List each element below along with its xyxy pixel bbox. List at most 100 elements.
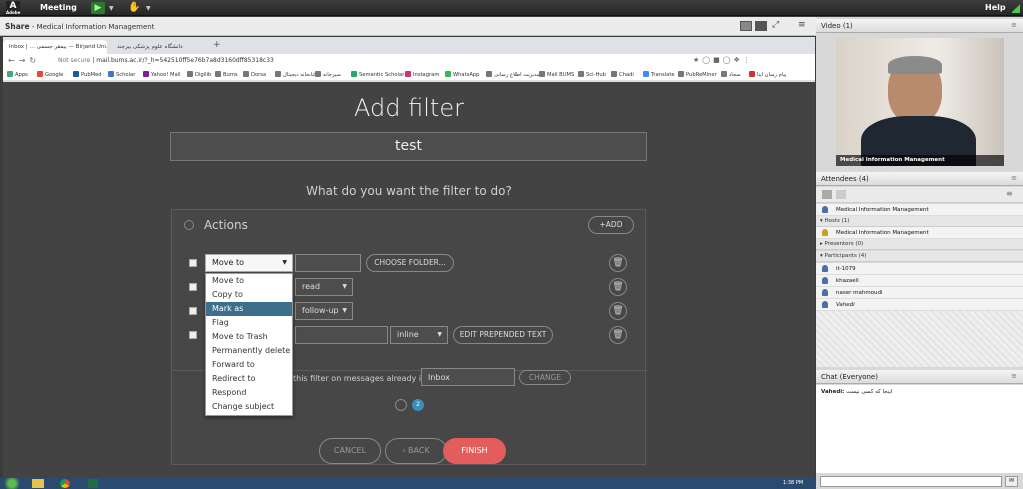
bookmark[interactable]: Yahoo! Mail <box>143 71 181 78</box>
options-icon[interactable]: ≡ <box>1006 189 1013 198</box>
bookmark[interactable]: Translate <box>643 71 675 78</box>
host-item[interactable]: Medical Information Management <box>816 227 1023 239</box>
bookmark[interactable]: Instagram <box>405 71 439 78</box>
add-action-button[interactable]: +ADD <box>588 216 634 234</box>
dropdown-item-copy-to[interactable]: Copy to <box>206 288 292 302</box>
tab-university[interactable]: دانشگاه علوم پزشکی بیرجند <box>111 40 211 54</box>
bookmark[interactable]: Sci-Hub <box>578 71 606 78</box>
apply-folder-input[interactable]: Inbox <box>421 368 515 386</box>
chrome-icon[interactable] <box>60 479 70 488</box>
dropdown-item-flag[interactable]: Flag <box>206 316 292 330</box>
participant-item[interactable]: it-1079 <box>816 263 1023 275</box>
action-checkbox[interactable] <box>189 259 197 267</box>
pod-options-icon[interactable]: ≡ <box>1011 372 1017 380</box>
nav-buttons-icon[interactable]: ←→↻ <box>8 56 40 65</box>
share-title: Share <box>5 22 30 31</box>
bookmark[interactable]: Google <box>37 71 63 78</box>
bookmark[interactable]: Dorsa <box>243 71 266 78</box>
bookmark[interactable]: Chadi <box>611 71 634 78</box>
start-button-icon[interactable] <box>2 478 22 489</box>
finish-button[interactable]: FINISH <box>443 438 506 464</box>
presenters-section[interactable]: ▸ Presenters (0) <box>816 239 1023 250</box>
fit-to-screen-icon[interactable]: ⤢ <box>772 20 779 30</box>
bookmark[interactable]: Digilib <box>187 71 211 78</box>
chat-input[interactable] <box>820 476 1002 487</box>
speaker-dropdown-icon[interactable]: ▼ <box>109 5 114 12</box>
dropdown-item-move-to-trash[interactable]: Move to Trash <box>206 330 292 344</box>
dropdown-item-mark-as[interactable]: Mark as <box>206 302 292 316</box>
filter-name-input[interactable]: test <box>170 132 647 161</box>
dropdown-item-permanently-delete[interactable]: Permanently delete <box>206 344 292 358</box>
trash-icon[interactable]: 🗑 <box>609 326 627 344</box>
dropdown-item-redirect-to[interactable]: Redirect to <box>206 372 292 386</box>
extension-icons[interactable]: ★◯■◯❖⋮ <box>693 56 753 64</box>
action-type-select[interactable]: Move to ▼ <box>205 254 293 272</box>
back-button[interactable]: ‹ BACK <box>385 438 447 464</box>
connection-signal-icon <box>1012 3 1020 13</box>
bookmark[interactable]: PubMed <box>73 71 102 78</box>
bookmark[interactable]: پیام رسان ایتا <box>749 71 786 78</box>
webcam-icon[interactable]: ✋ <box>128 2 140 13</box>
speaker-icon[interactable]: ▶ <box>91 2 105 14</box>
bookmark[interactable]: Bums <box>215 71 238 78</box>
send-message-icon[interactable]: ✉ <box>1005 476 1018 487</box>
meeting-menu[interactable]: Meeting <box>40 3 77 12</box>
share-pod-header: Share - Medical Information Management ⤢… <box>0 17 816 36</box>
mark-as-select[interactable]: read ▼ <box>295 278 353 296</box>
pod-options-icon[interactable]: ≡ <box>1011 21 1017 29</box>
participants-section[interactable]: ▾ Participants (4) <box>816 251 1023 262</box>
bookmark[interactable]: سیرجانه <box>315 71 341 78</box>
trash-icon[interactable]: 🗑 <box>609 278 627 296</box>
action-checkbox[interactable] <box>189 307 197 315</box>
folder-icon[interactable] <box>32 479 44 488</box>
participant-item[interactable]: naser mahmoudi <box>816 287 1023 299</box>
pod-menu-icon[interactable]: ≡ <box>798 20 806 30</box>
flag-select[interactable]: follow-up ▼ <box>295 302 353 320</box>
edit-prepended-text-button[interactable]: EDIT PREPENDED TEXT <box>453 326 553 344</box>
trash-icon[interactable]: 🗑 <box>609 302 627 320</box>
participant-item[interactable]: Vahedi <box>816 299 1023 311</box>
bookmark[interactable]: سجاد <box>721 71 741 78</box>
video-label: Medical Information Management <box>836 155 1004 166</box>
layout-icon[interactable] <box>740 21 752 31</box>
dropdown-item-forward-to[interactable]: Forward to <box>206 358 292 372</box>
app-menu-bar: A Adobe Meeting ▶ ▼ ✋ ▼ Help <box>0 0 1023 16</box>
choose-folder-button[interactable]: CHOOSE FOLDER... <box>366 254 454 272</box>
bookmark[interactable]: PubReMiner <box>678 71 717 78</box>
bookmark[interactable]: Semantic Scholar <box>351 71 404 78</box>
bookmark[interactable]: Mail BUMS <box>539 71 574 78</box>
attendee-me[interactable]: Medical Information Management <box>816 204 1023 216</box>
excel-icon[interactable] <box>88 479 98 488</box>
hosts-section[interactable]: ▾ Hosts (1) <box>816 216 1023 227</box>
chevron-down-icon: ▼ <box>437 331 442 338</box>
position-select[interactable]: inline ▼ <box>390 326 448 344</box>
chevron-down-icon: ▼ <box>342 283 347 290</box>
page-dot-1[interactable] <box>395 399 407 411</box>
cancel-button[interactable]: CANCEL <box>319 438 381 464</box>
trash-icon[interactable]: 🗑 <box>609 254 627 272</box>
participant-item[interactable]: khazaeli <box>816 275 1023 287</box>
bookmark[interactable]: Scholar <box>108 71 135 78</box>
subject-text-field[interactable] <box>295 326 388 344</box>
bookmark[interactable]: مدیریت اطلاع رسانی <box>486 71 540 78</box>
grid-view-icon[interactable] <box>836 190 846 199</box>
list-view-icon[interactable] <box>822 190 832 199</box>
new-tab-button[interactable]: + <box>213 40 221 50</box>
webcam-dropdown-icon[interactable]: ▼ <box>146 5 151 12</box>
action-checkbox[interactable] <box>189 283 197 291</box>
change-button[interactable]: CHANGE <box>519 370 571 385</box>
bookmark[interactable]: Apps <box>7 71 28 78</box>
help-menu[interactable]: Help <box>985 3 1006 12</box>
webcam-video: Medical Information Management <box>836 38 1004 166</box>
folder-field[interactable] <box>295 254 361 272</box>
bookmark[interactable]: WhatsApp <box>445 71 479 78</box>
fullscreen-icon[interactable] <box>755 21 767 31</box>
action-checkbox[interactable] <box>189 331 197 339</box>
address-bar[interactable]: ←→↻ Not secure | mail.bums.ac.ir/?_h=542… <box>3 54 815 68</box>
bookmark[interactable]: کتابخانه دیجیتال <box>275 71 316 78</box>
dropdown-item-move-to[interactable]: Move to <box>206 274 292 288</box>
page-dot-2[interactable]: 2 <box>412 399 424 411</box>
person-icon <box>822 277 828 284</box>
tab-inbox[interactable]: Inbox | … بیمقر جسمی — Birjand Uni… <box>3 40 107 54</box>
pod-options-icon[interactable]: ≡ <box>1011 174 1017 182</box>
